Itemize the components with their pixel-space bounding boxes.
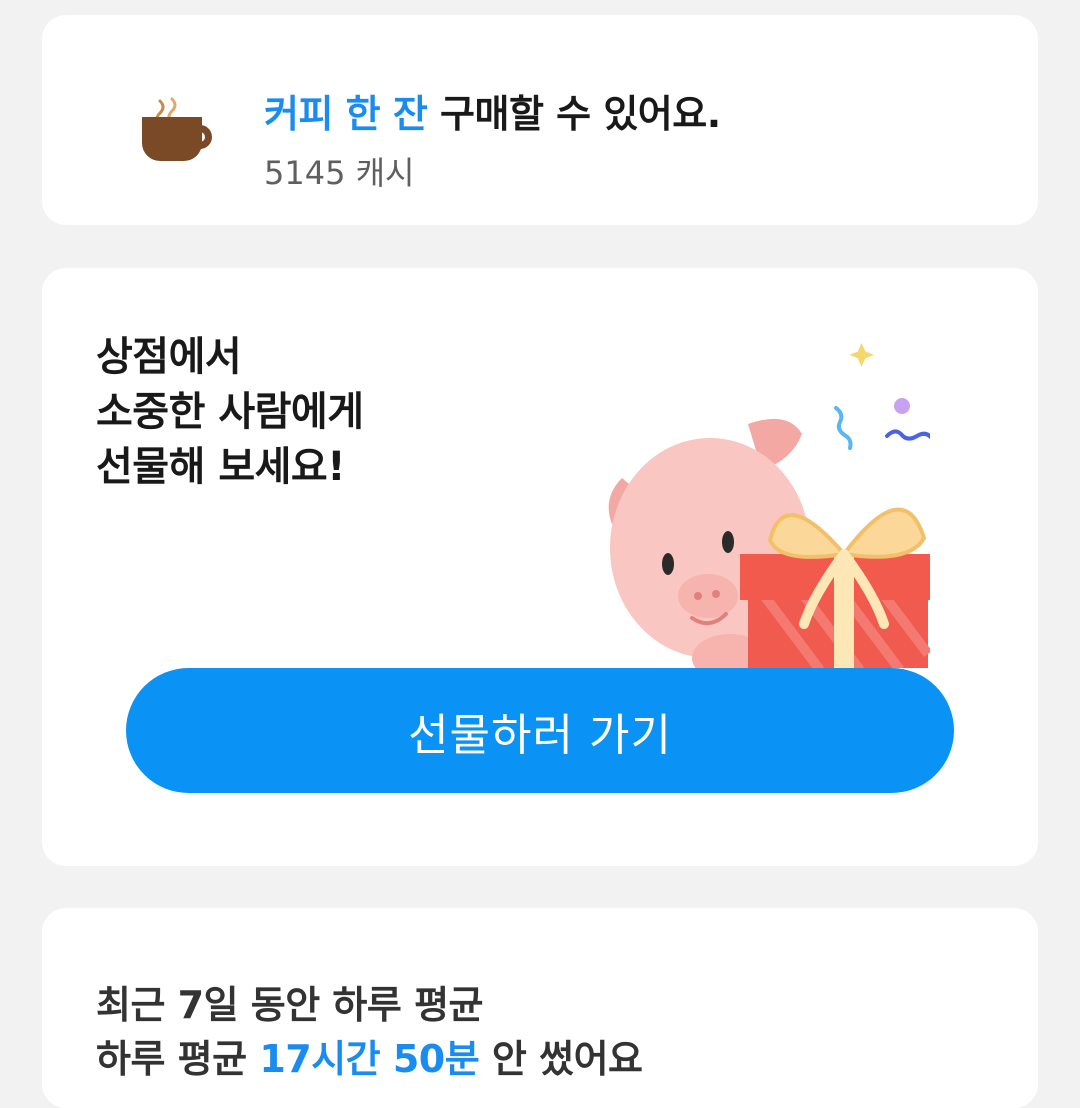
gift-message-line: 소중한 사람에게 (96, 389, 364, 435)
go-gift-button[interactable]: 선물하러 가기 (126, 668, 954, 793)
cash-balance: 5145 캐시 (264, 154, 415, 192)
pig-gift-illustration (550, 328, 946, 682)
usage-card: 최근 7일 동안 하루 평균 하루 평균 17시간 50분 안 썼어요 (42, 908, 1038, 1108)
coffee-title: 커피 한 잔 구매할 수 있어요. (264, 83, 721, 138)
usage-average-time: 17시간 50분 (259, 1037, 480, 1081)
usage-line-2: 하루 평균 17시간 50분 안 썼어요 (96, 1028, 643, 1083)
gift-message-line: 선물해 보세요! (96, 444, 345, 490)
coffee-card: 커피 한 잔 구매할 수 있어요. 5145 캐시 (42, 15, 1038, 225)
usage-line-1: 최근 7일 동안 하루 평균 (96, 983, 484, 1027)
coffee-cup-icon (134, 85, 224, 175)
usage-line-2-prefix: 하루 평균 (96, 1037, 260, 1081)
gift-message-line: 상점에서 (96, 334, 242, 380)
gift-card: 상점에서 소중한 사람에게 선물해 보세요! 선물하러 가기 (42, 268, 1038, 866)
coffee-title-highlight: 커피 한 잔 (264, 92, 428, 136)
usage-line-2-suffix: 안 썼어요 (479, 1037, 643, 1081)
coffee-title-rest: 구매할 수 있어요. (427, 92, 721, 136)
gift-message: 상점에서 소중한 사람에게 선물해 보세요! (96, 330, 364, 495)
